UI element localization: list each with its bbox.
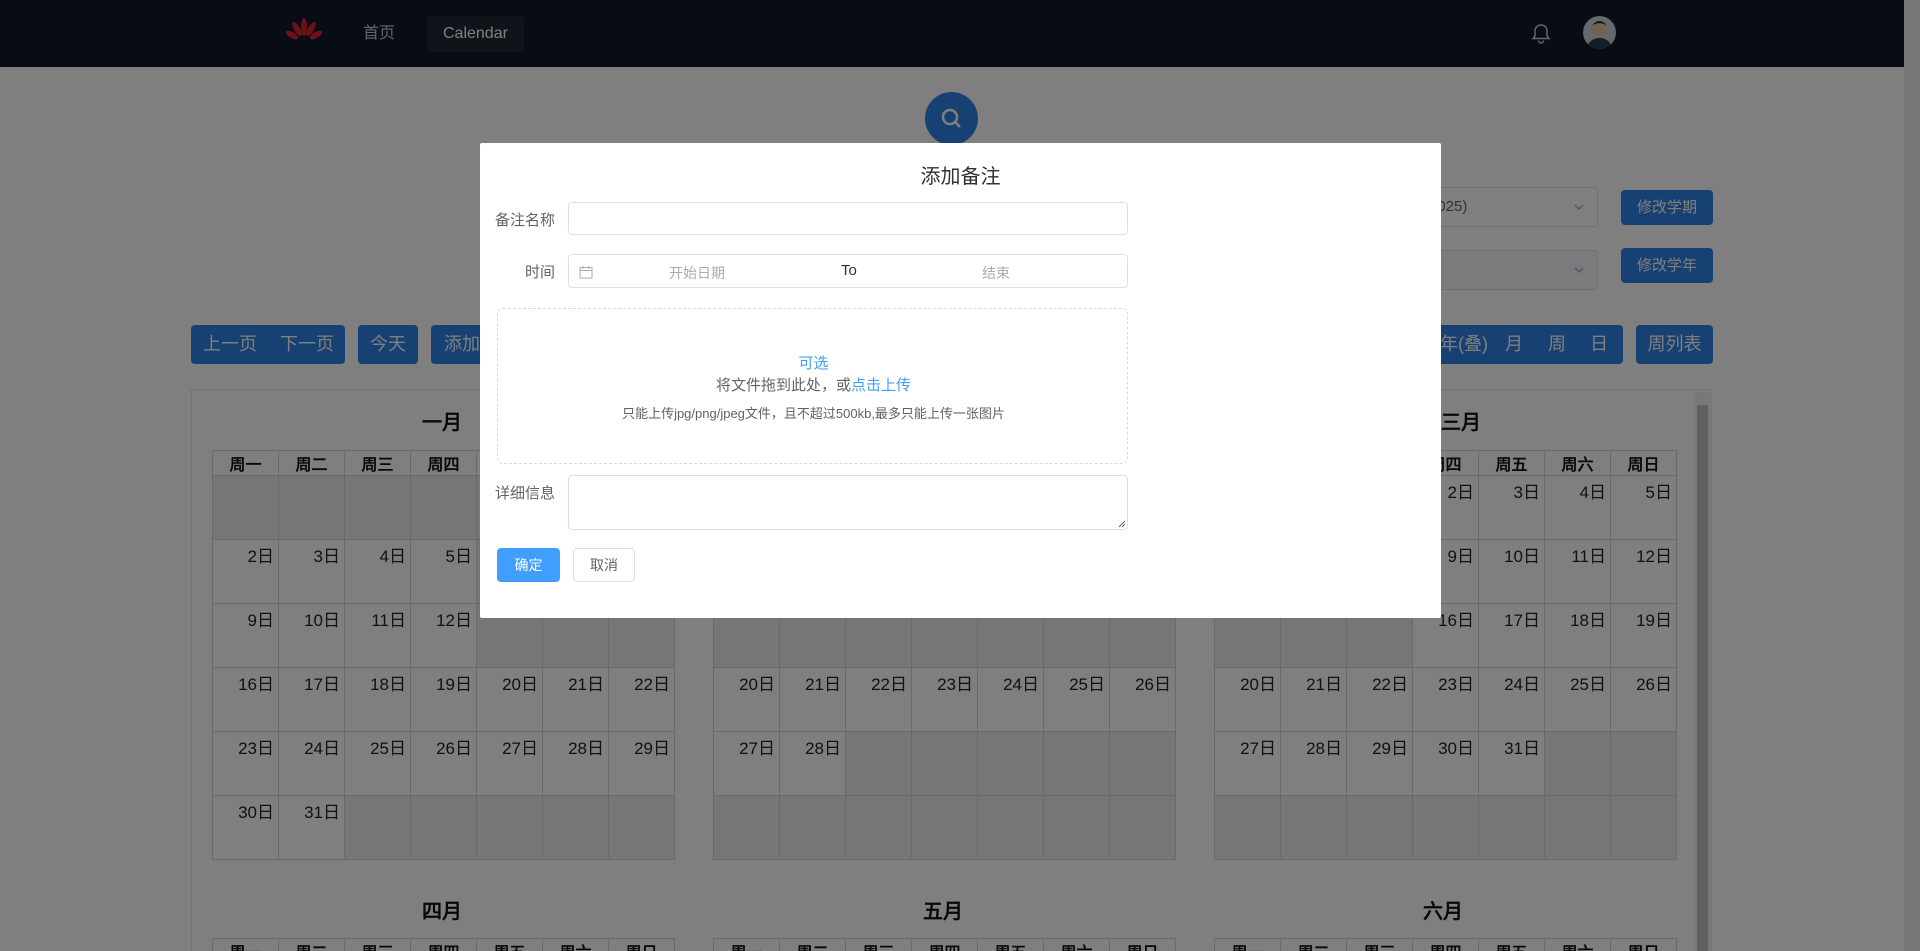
- resize-handle-icon[interactable]: [1118, 520, 1126, 528]
- note-name-label: 备注名称: [494, 212, 555, 229]
- confirm-button[interactable]: 确定: [497, 548, 560, 582]
- upload-drag-text: 将文件拖到此处，或: [715, 377, 851, 394]
- detail-label: 详细信息: [494, 485, 555, 502]
- upload-optional-label: 可选: [798, 355, 829, 372]
- upload-click-link[interactable]: 点击上传: [851, 377, 911, 394]
- add-note-dialog: 添加备注 备注名称 时间 开始日期 To 结束 可选 将文件拖到此处，或点击上传…: [480, 143, 1441, 618]
- cancel-button[interactable]: 取消: [573, 548, 635, 582]
- date-range-picker[interactable]: 开始日期 To 结束: [568, 254, 1128, 288]
- calendar-icon: [579, 266, 593, 279]
- end-date-input[interactable]: 结束: [982, 263, 1010, 283]
- time-label: 时间: [524, 264, 555, 281]
- upload-instructions: 将文件拖到此处，或点击上传: [498, 374, 1129, 395]
- upload-tip: 只能上传jpg/png/jpeg文件，且不超过500kb,最多只能上传一张图片: [622, 406, 1005, 421]
- detail-textarea[interactable]: [568, 475, 1128, 530]
- dialog-title: 添加备注: [920, 166, 1001, 188]
- upload-dropzone[interactable]: 可选 将文件拖到此处，或点击上传 只能上传jpg/png/jpeg文件，且不超过…: [497, 308, 1128, 464]
- range-separator: To: [841, 262, 857, 279]
- start-date-input[interactable]: 开始日期: [669, 263, 725, 283]
- note-name-input[interactable]: [568, 202, 1128, 235]
